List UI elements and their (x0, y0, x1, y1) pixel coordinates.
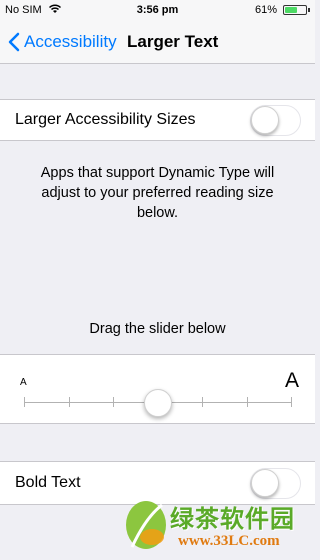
toggle-knob (251, 469, 279, 497)
leaf-logo-icon (126, 501, 166, 549)
battery-icon (283, 5, 310, 15)
back-button-label: Accessibility (24, 32, 117, 51)
watermark-text: 绿茶软件园 (170, 506, 295, 533)
larger-accessibility-sizes-toggle[interactable] (250, 105, 301, 136)
bold-text-toggle[interactable] (250, 468, 301, 499)
status-bar: No SIM 3:56 pm 61% (0, 0, 315, 20)
slider-tick (24, 397, 25, 407)
slider-tick (246, 397, 248, 407)
battery-percentage: 61% (254, 4, 277, 16)
slider-tick (202, 397, 203, 407)
back-button[interactable]: Accessibility (8, 30, 117, 54)
chevron-left-icon (8, 32, 20, 52)
larger-accessibility-sizes-row: Larger Accessibility Sizes (0, 99, 315, 141)
text-size-slider-row: A A (0, 354, 315, 424)
navigation-bar: Accessibility Larger Text (0, 20, 315, 64)
slider-tick (291, 397, 292, 407)
bold-text-label: Bold Text (15, 474, 81, 491)
large-text-icon: A (284, 369, 299, 392)
slider-thumb[interactable] (143, 389, 172, 417)
dynamic-type-description: Apps that support Dynamic Type will adju… (40, 165, 275, 221)
small-text-icon: A (20, 377, 27, 388)
larger-accessibility-sizes-label: Larger Accessibility Sizes (15, 111, 196, 128)
slider-caption: Drag the slider below (89, 321, 226, 337)
slider-tick (68, 397, 70, 407)
slider-tick (113, 397, 114, 407)
battery-nub (308, 8, 310, 12)
watermark-logo: 绿茶软件园 www.33LC.com (118, 497, 315, 560)
battery-fill (285, 7, 297, 13)
toggle-knob (251, 106, 279, 134)
page-title: Larger Text (127, 32, 219, 51)
watermark-url: www.33LC.com (178, 533, 280, 549)
